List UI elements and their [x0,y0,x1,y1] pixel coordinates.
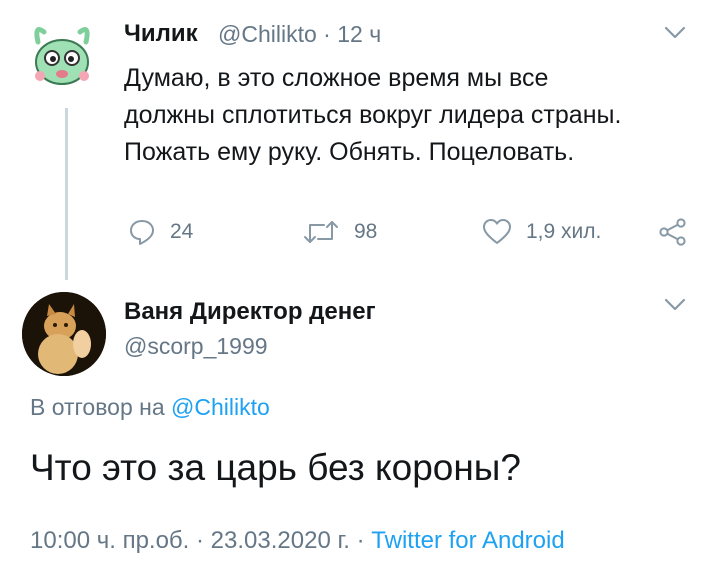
cat-photo-avatar-image [22,292,106,376]
tweet-time[interactable]: 12 ч [337,21,381,47]
tweet-options-chevron-icon[interactable] [664,26,686,40]
replying-to-mention[interactable]: @Chilikto [171,394,270,420]
reply-icon [128,218,156,246]
share-icon [658,218,688,246]
tweet-actions-bar: 24 98 1,9 хил. [0,218,720,258]
reply-author-name[interactable]: Ваня Директор денег [124,298,376,326]
like-count: 1,9 хил. [526,220,602,243]
author-handle[interactable]: @Chilikto [218,21,317,47]
reply-count: 24 [170,220,194,243]
tweet-source-app[interactable]: Twitter for Android [371,527,564,554]
share-button[interactable] [658,218,688,246]
reply-button[interactable]: 24 [128,218,193,246]
tweet-text: Думаю, в это сложное время мы все должны… [124,64,622,166]
replying-to-line: В отговор на @Chilikto [30,394,270,421]
replying-to-label: В отговор на [30,394,165,420]
retweet-button[interactable]: 98 [302,218,377,246]
retweet-icon [302,218,340,246]
tweet-datetime[interactable]: 10:00 ч. пр.об. · 23.03.2020 г. · [30,527,365,554]
cartoon-goat-avatar-image [20,16,104,100]
reply-text: Что это за царь без короны? [30,447,521,488]
retweet-count: 98 [354,220,378,243]
reply-author-avatar[interactable] [22,292,106,376]
author-name[interactable]: Чилик [124,20,198,48]
author-avatar[interactable] [20,16,104,100]
meta-separator: · [323,21,331,47]
reply-options-chevron-icon[interactable] [664,298,686,312]
like-button[interactable]: 1,9 хил. [482,218,601,246]
heart-icon [482,218,512,246]
tweet-footer: 10:00 ч. пр.об. · 23.03.2020 г. · Twitte… [30,527,565,555]
reply-author-handle[interactable]: @scorp_1999 [124,333,268,360]
tweet-meta: @Chilikto · 12 ч [218,21,381,48]
